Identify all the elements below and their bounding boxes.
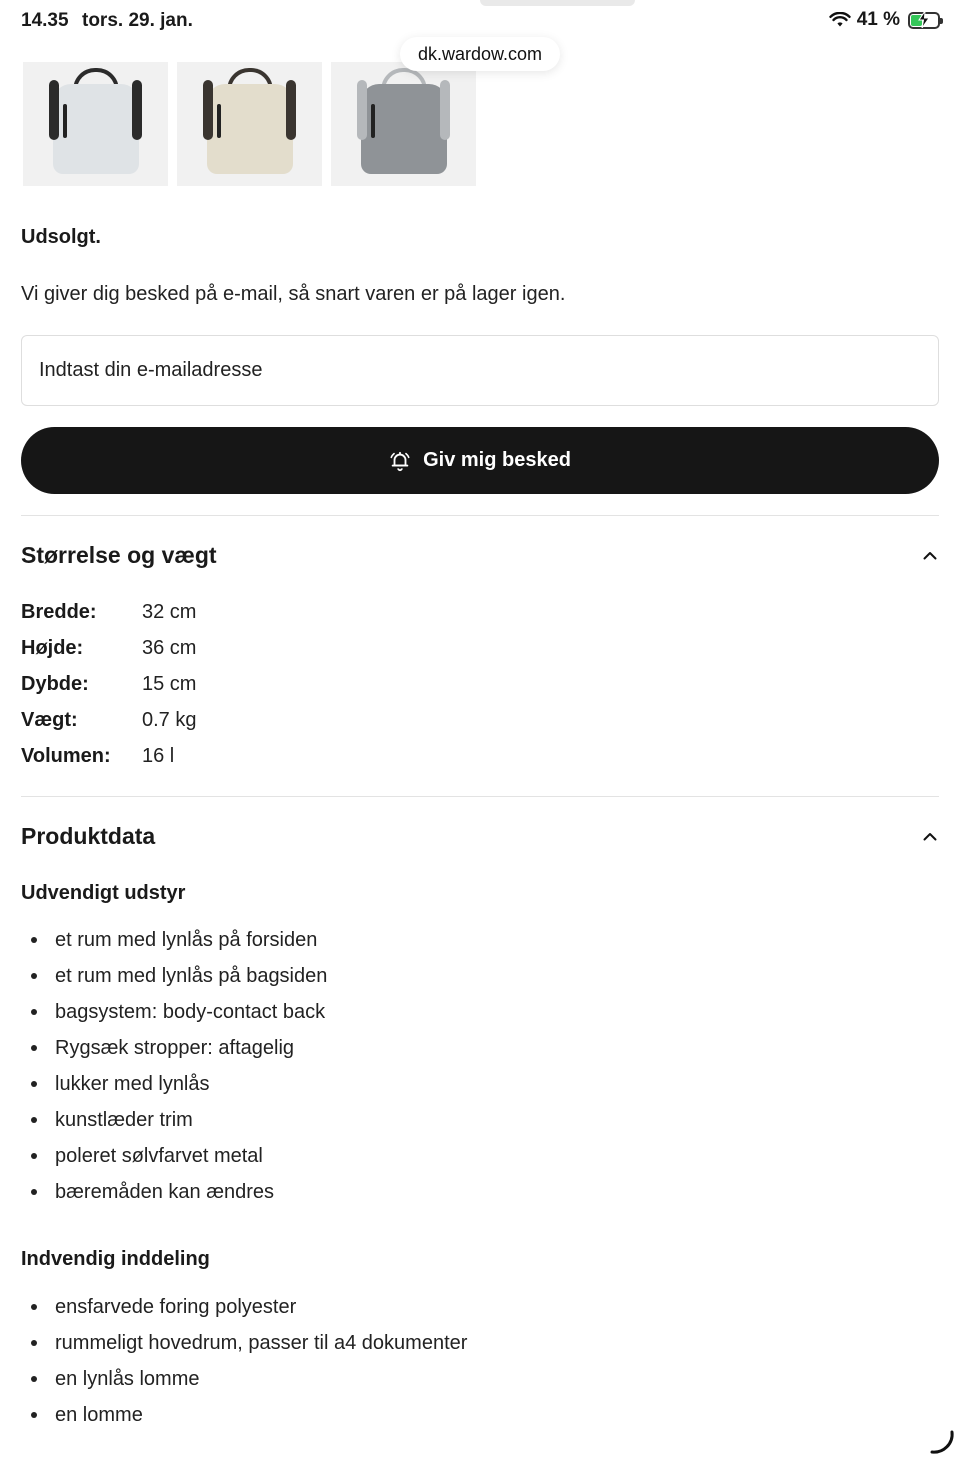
product-thumbnail[interactable] [331, 62, 476, 186]
spec-row: Bredde: 32 cm [21, 594, 196, 630]
feature-item: en lynlås lomme [21, 1361, 467, 1397]
divider [21, 796, 939, 797]
email-input[interactable] [21, 335, 939, 406]
spec-value: 36 cm [142, 636, 197, 659]
spec-row: Volumen: 16 l [21, 738, 196, 774]
notify-button[interactable]: Giv mig besked [21, 427, 939, 494]
product-section-title: Produktdata [21, 822, 156, 849]
size-section-header[interactable]: Størrelse og vægt [21, 535, 939, 575]
status-indicators: 41 % [828, 9, 943, 31]
spec-row: Vægt: 0.7 kg [21, 702, 196, 738]
feature-item: rummeligt hovedrum, passer til a4 dokume… [21, 1325, 467, 1361]
spec-value: 0.7 kg [142, 708, 197, 731]
spec-value: 16 l [142, 744, 175, 767]
spec-label: Højde: [21, 636, 84, 659]
bag-strap [132, 80, 142, 140]
spec-value: 15 cm [142, 672, 197, 695]
exterior-subheading: Udvendigt udstyr [21, 882, 186, 904]
spec-label: Volumen: [21, 744, 111, 767]
url-bar[interactable]: dk.wardow.com [400, 37, 560, 71]
loading-spinner-icon [930, 1430, 954, 1454]
battery-icon [908, 10, 943, 29]
chevron-up-icon[interactable] [921, 546, 939, 564]
feature-item: en lomme [21, 1397, 467, 1433]
feature-item: et rum med lynlås på bagsiden [21, 958, 327, 994]
feature-item: bæremåden kan ændres [21, 1174, 327, 1210]
bag-strap [49, 80, 59, 140]
chevron-up-icon[interactable] [921, 827, 939, 845]
size-section-title: Størrelse og vægt [21, 541, 217, 568]
spec-label: Dybde: [21, 672, 89, 695]
interior-feature-list: ensfarvede foring polyester rummeligt hov… [21, 1289, 467, 1433]
status-date: tors. 29. jan. [82, 10, 193, 31]
bag-zipper [217, 104, 221, 138]
bag-strap [203, 80, 213, 140]
feature-item: poleret sølvfarvet metal [21, 1138, 327, 1174]
exterior-feature-list: et rum med lynlås på forsiden et rum med … [21, 922, 327, 1210]
interior-subheading: Indvendig inddeling [21, 1248, 210, 1270]
bag-strap [286, 80, 296, 140]
divider [21, 515, 939, 516]
spec-row: Højde: 36 cm [21, 630, 196, 666]
status-time: 14.35 [21, 10, 69, 31]
product-thumbnails [23, 62, 476, 186]
feature-item: lukker med lynlås [21, 1066, 327, 1102]
spec-value: 32 cm [142, 600, 197, 623]
restock-notice: Vi giver dig besked på e-mail, så snart … [21, 283, 566, 305]
feature-item: bagsystem: body-contact back [21, 994, 327, 1030]
spec-label: Bredde: [21, 600, 97, 623]
notify-button-label: Giv mig besked [423, 449, 571, 471]
wifi-icon [828, 12, 851, 27]
battery-tip [940, 17, 943, 24]
product-section-header[interactable]: Produktdata [21, 816, 939, 856]
feature-item: kunstlæder trim [21, 1102, 327, 1138]
product-thumbnail[interactable] [23, 62, 168, 186]
bell-icon [390, 451, 410, 471]
feature-item: et rum med lynlås på forsiden [21, 922, 327, 958]
spec-row: Dybde: 15 cm [21, 666, 196, 702]
bag-strap [440, 80, 450, 140]
size-spec-table: Bredde: 32 cm Højde: 36 cm Dybde: 15 cm Vægt: 0… [21, 594, 196, 774]
bag-zipper [371, 104, 375, 138]
charging-bolt-icon [918, 10, 930, 28]
spec-label: Vægt: [21, 708, 78, 731]
battery-percent: 41 % [856, 9, 900, 30]
bag-zipper [63, 104, 67, 138]
product-thumbnail[interactable] [177, 62, 322, 186]
stock-status: Udsolgt. [21, 226, 101, 248]
bag-strap [357, 80, 367, 140]
feature-item: ensfarvede foring polyester [21, 1289, 467, 1325]
feature-item: Rygsæk stropper: aftagelig [21, 1030, 327, 1066]
